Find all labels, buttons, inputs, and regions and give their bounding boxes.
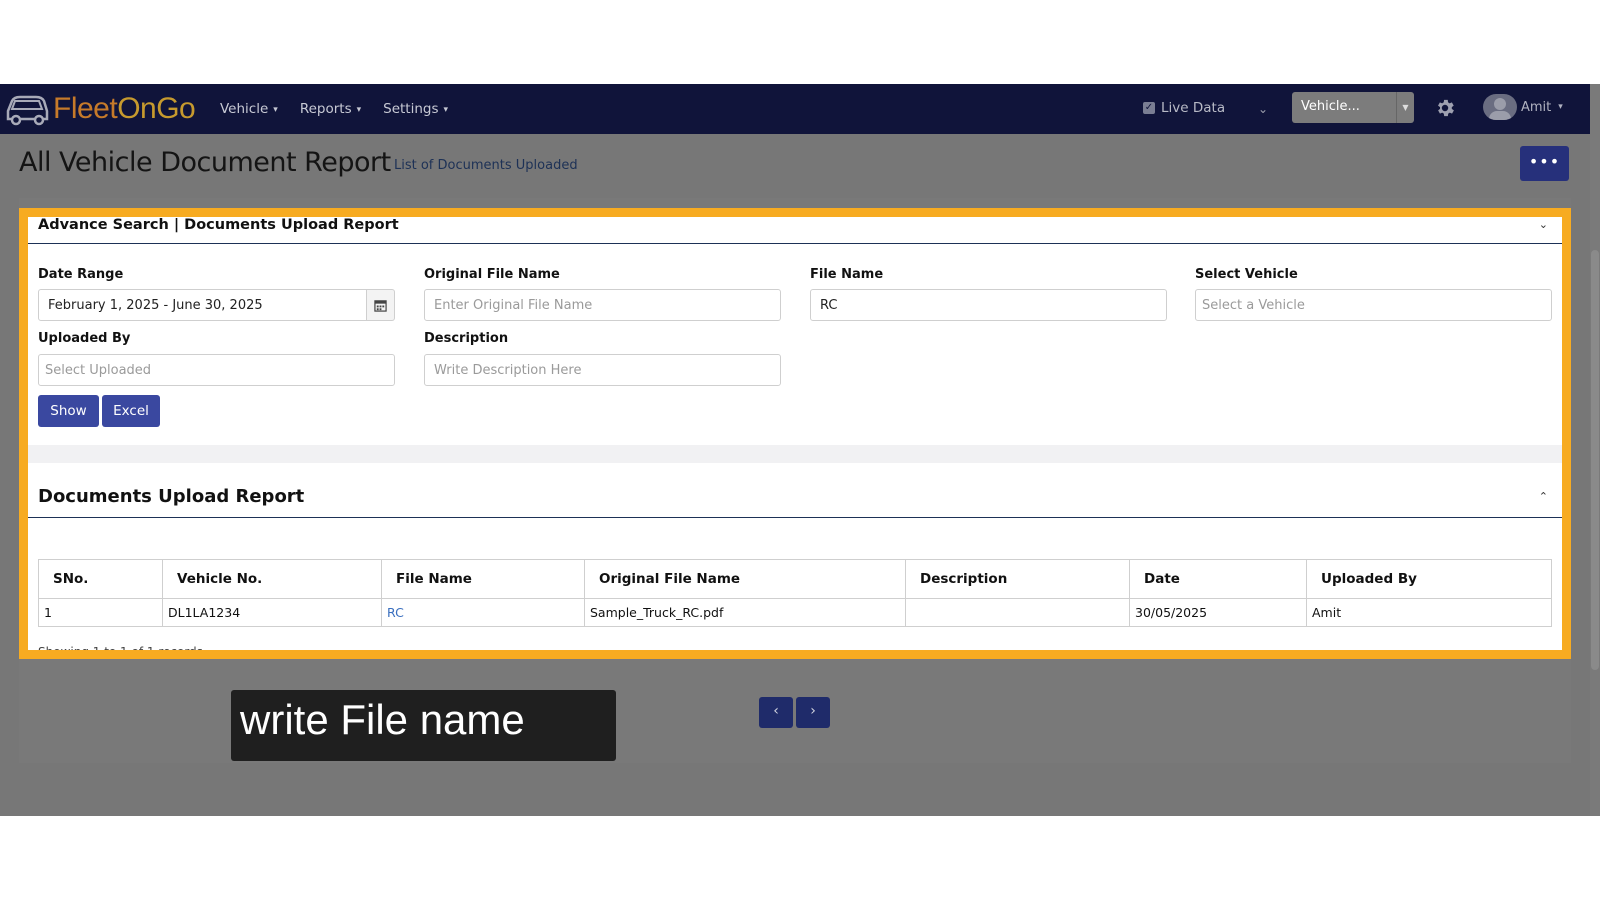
date-range-input[interactable]: February 1, 2025 - June 30, 2025 xyxy=(38,289,367,321)
next-page-button[interactable]: › xyxy=(796,697,830,728)
description-label: Description xyxy=(424,331,509,346)
table-row: 1 DL1LA1234 RC Sample_Truck_RC.pdf 30/05… xyxy=(38,598,1552,627)
column-header-file-name[interactable]: File Name xyxy=(381,559,585,599)
cell-original-file-name: Sample_Truck_RC.pdf xyxy=(584,598,906,627)
column-header-date[interactable]: Date xyxy=(1129,559,1307,599)
documents-table: SNo. Vehicle No. File Name Original File… xyxy=(38,559,1552,627)
file-link[interactable]: RC xyxy=(387,605,404,620)
column-header-description[interactable]: Description xyxy=(905,559,1130,599)
checkbox-icon[interactable]: ✓ xyxy=(1143,102,1155,114)
instruction-caption: write File name xyxy=(231,690,616,761)
file-name-input[interactable]: RC xyxy=(810,289,1167,321)
vehicle-select-dropdown[interactable]: Vehicle... ▼ xyxy=(1292,92,1414,123)
select-vehicle-dropdown[interactable]: Select a Vehicle xyxy=(1195,289,1552,321)
excel-button[interactable]: Excel xyxy=(102,395,160,427)
chevron-down-icon[interactable]: ⌄ xyxy=(1539,218,1548,231)
cell-file-name: RC xyxy=(381,598,585,627)
advance-search-header[interactable]: Advance Search | Documents Upload Report… xyxy=(28,217,1562,244)
menu-vehicle[interactable]: Vehicle ▾ xyxy=(220,101,278,117)
scrollbar-thumb[interactable] xyxy=(1591,250,1599,670)
cell-sno: 1 xyxy=(38,598,163,627)
records-summary: Showing 1 to 1 of 1 records xyxy=(38,645,203,659)
page-subtitle: List of Documents Uploaded xyxy=(394,158,578,173)
column-header-uploaded-by[interactable]: Uploaded By xyxy=(1306,559,1552,599)
original-file-name-input[interactable]: Enter Original File Name xyxy=(424,289,781,321)
main-menu: Vehicle ▾ Reports ▾ Settings ▾ xyxy=(220,84,470,134)
gear-icon[interactable] xyxy=(1434,97,1456,119)
section-separator xyxy=(28,445,1562,463)
uploaded-by-label: Uploaded By xyxy=(38,331,131,346)
chevron-down-icon: ▾ xyxy=(356,105,362,115)
cell-date: 30/05/2025 xyxy=(1129,598,1307,627)
live-data-toggle[interactable]: ✓ Live Data xyxy=(1143,100,1225,116)
column-header-sno[interactable]: SNo. xyxy=(38,559,163,599)
chevron-down-icon: ▾ xyxy=(443,105,449,115)
avatar xyxy=(1483,94,1517,120)
calendar-button[interactable] xyxy=(367,289,395,321)
menu-reports[interactable]: Reports ▾ xyxy=(300,101,361,117)
cell-vehicle-no: DL1LA1234 xyxy=(162,598,382,627)
highlighted-report-panel: Advance Search | Documents Upload Report… xyxy=(19,208,1571,659)
user-menu[interactable]: Amit ▾ xyxy=(1483,94,1563,120)
report-title: Documents Upload Report xyxy=(38,486,305,507)
uploaded-by-dropdown[interactable]: Select Uploaded xyxy=(38,354,395,386)
file-name-label: File Name xyxy=(810,267,884,282)
show-button[interactable]: Show xyxy=(38,395,99,427)
page-title: All Vehicle Document Report xyxy=(19,147,391,178)
column-header-original-file-name[interactable]: Original File Name xyxy=(584,559,906,599)
chevron-up-icon[interactable]: ⌃ xyxy=(1539,490,1548,503)
column-header-vehicle-no[interactable]: Vehicle No. xyxy=(162,559,382,599)
calendar-icon xyxy=(374,300,387,312)
fleetongo-logo[interactable]: FleetOnGo xyxy=(4,90,196,128)
app-window: FleetOnGo Vehicle ▾ Reports ▾ Settings ▾ ✓ … xyxy=(0,84,1590,816)
chevron-down-icon: ▾ xyxy=(273,105,278,115)
cell-description xyxy=(905,598,1130,627)
top-navbar: FleetOnGo Vehicle ▾ Reports ▾ Settings ▾ ✓ … xyxy=(0,84,1590,134)
description-input[interactable]: Write Description Here xyxy=(424,354,781,386)
original-file-name-label: Original File Name xyxy=(424,267,560,282)
date-range-label: Date Range xyxy=(38,267,124,282)
cell-uploaded-by: Amit xyxy=(1306,598,1552,627)
chevron-down-icon: ▾ xyxy=(1558,102,1563,112)
prev-page-button[interactable]: ‹ xyxy=(759,697,793,728)
menu-settings[interactable]: Settings ▾ xyxy=(383,101,448,117)
chevron-down-icon[interactable]: ⌄ xyxy=(1258,102,1268,116)
dropdown-arrow-icon: ▼ xyxy=(1396,92,1414,123)
more-options-button[interactable]: ••• xyxy=(1520,146,1569,181)
divider xyxy=(28,517,1562,518)
truck-logo-icon xyxy=(6,95,49,126)
select-vehicle-label: Select Vehicle xyxy=(1195,267,1298,282)
brand-name: FleetOnGo xyxy=(53,92,196,125)
